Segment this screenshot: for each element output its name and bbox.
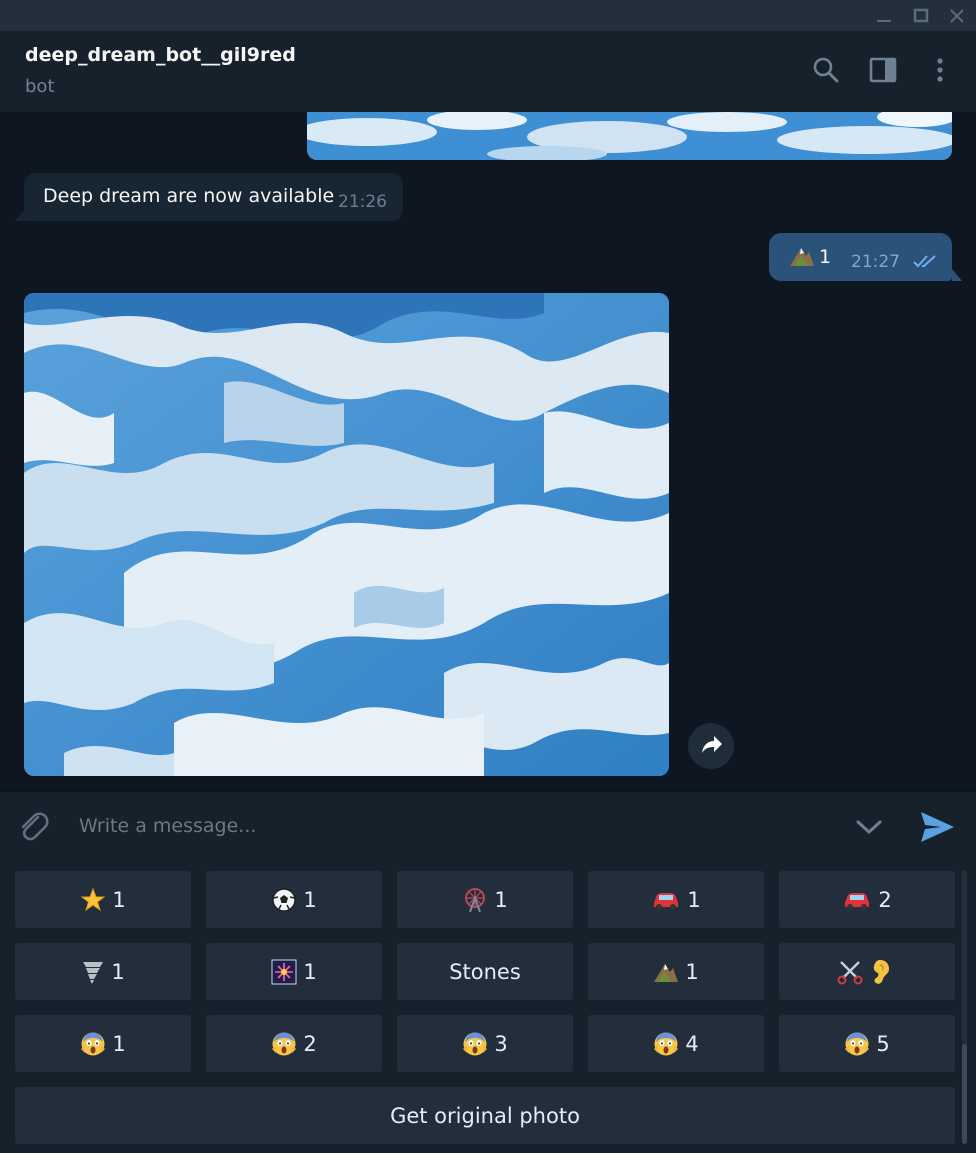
screaming-face-icon — [463, 1032, 488, 1055]
message-input[interactable] — [64, 804, 824, 848]
keyboard-button[interactable] — [779, 943, 955, 1000]
mountain-icon — [654, 963, 679, 982]
keyboard-button-label: 1 — [303, 887, 317, 912]
chat-title[interactable]: deep_dream_bot__gil9red — [25, 44, 296, 66]
mountain-icon — [790, 248, 814, 266]
screaming-face-icon — [845, 1032, 870, 1055]
keyboard-button-label: Get original photo — [390, 1103, 580, 1128]
keyboard-button[interactable]: 5 — [779, 1015, 955, 1072]
message-text: 1 — [819, 246, 832, 268]
keyboard-button[interactable]: 1 — [206, 871, 382, 928]
keyboard-button-label: 3 — [494, 1031, 508, 1056]
ear-icon — [873, 959, 889, 984]
message-composer — [0, 791, 976, 863]
read-checkmarks-icon — [913, 255, 936, 268]
ferris-wheel-icon — [465, 887, 486, 912]
keyboard-scrollbar-thumb[interactable] — [962, 1044, 967, 1144]
soccer-ball-icon — [272, 887, 297, 912]
message-text: Deep dream are now available — [43, 185, 335, 207]
share-arrow-icon — [702, 736, 722, 753]
forward-button[interactable] — [688, 723, 734, 769]
car-icon — [654, 892, 679, 910]
minimize-icon[interactable] — [874, 6, 894, 26]
keyboard-button[interactable]: 1 — [206, 943, 382, 1000]
keyboard-button[interactable]: 2 — [779, 871, 955, 928]
keyboard-button-label: 1 — [685, 959, 699, 984]
keyboard-button[interactable]: 1 — [15, 1015, 191, 1072]
keyboard-button-label: 1 — [112, 887, 126, 912]
keyboard-button-label: 1 — [111, 959, 125, 984]
keyboard-button-label: 4 — [685, 1031, 699, 1056]
maximize-icon[interactable] — [911, 6, 931, 26]
chat-header: deep_dream_bot__gil9red bot — [0, 31, 976, 113]
bot-keyboard: 1 1 1 1 2 1 1 Stones 1 1 2 3 4 5 Get ori… — [0, 862, 976, 1153]
scissors-icon — [837, 960, 863, 984]
bubble-tail — [952, 269, 962, 281]
keyboard-button[interactable]: 2 — [206, 1015, 382, 1072]
message-bubble-incoming[interactable]: Deep dream are now available 21:26 — [24, 173, 403, 221]
send-icon[interactable] — [916, 806, 958, 848]
keyboard-button[interactable]: 1 — [15, 943, 191, 1000]
keyboard-button-label: 1 — [494, 887, 508, 912]
screaming-face-icon — [272, 1032, 297, 1055]
message-list[interactable]: Deep dream are now available 21:26 1 21:… — [0, 112, 976, 791]
keyboard-button-label: 1 — [303, 959, 317, 984]
keyboard-button[interactable]: 3 — [397, 1015, 573, 1072]
keyboard-button[interactable]: Stones — [397, 943, 573, 1000]
tornado-icon — [83, 961, 104, 984]
chevron-down-icon[interactable] — [852, 812, 886, 842]
close-icon[interactable] — [947, 6, 967, 26]
keyboard-button[interactable]: 4 — [588, 1015, 764, 1072]
keyboard-button-label: 1 — [112, 1031, 126, 1056]
message-time: 21:27 — [851, 252, 900, 272]
firework-icon — [271, 959, 297, 984]
keyboard-button-label: 5 — [876, 1031, 890, 1056]
chat-status: bot — [25, 76, 55, 97]
more-options-icon[interactable] — [925, 55, 955, 85]
screaming-face-icon — [81, 1032, 106, 1055]
car-icon — [845, 892, 870, 910]
previous-photo[interactable] — [307, 112, 952, 160]
screaming-face-icon — [654, 1032, 679, 1055]
keyboard-button-label: 1 — [687, 887, 701, 912]
attach-paperclip-icon[interactable] — [16, 808, 52, 844]
keyboard-button[interactable]: 1 — [15, 871, 191, 928]
keyboard-button-label: 2 — [878, 887, 892, 912]
get-original-photo-button[interactable]: Get original photo — [15, 1087, 955, 1144]
keyboard-button-label: 2 — [303, 1031, 317, 1056]
sidebar-toggle-icon[interactable] — [868, 55, 898, 85]
keyboard-button-label: Stones — [449, 959, 521, 984]
keyboard-button[interactable]: 1 — [588, 871, 764, 928]
keyboard-button[interactable]: 1 — [588, 943, 764, 1000]
deep-dream-photo[interactable] — [24, 293, 669, 776]
message-bubble-outgoing[interactable]: 1 21:27 — [769, 233, 952, 281]
search-icon[interactable] — [811, 55, 841, 85]
message-time: 21:26 — [338, 192, 387, 212]
glowing-star-icon — [80, 887, 106, 911]
window-titlebar — [0, 0, 976, 31]
keyboard-button[interactable]: 1 — [397, 871, 573, 928]
